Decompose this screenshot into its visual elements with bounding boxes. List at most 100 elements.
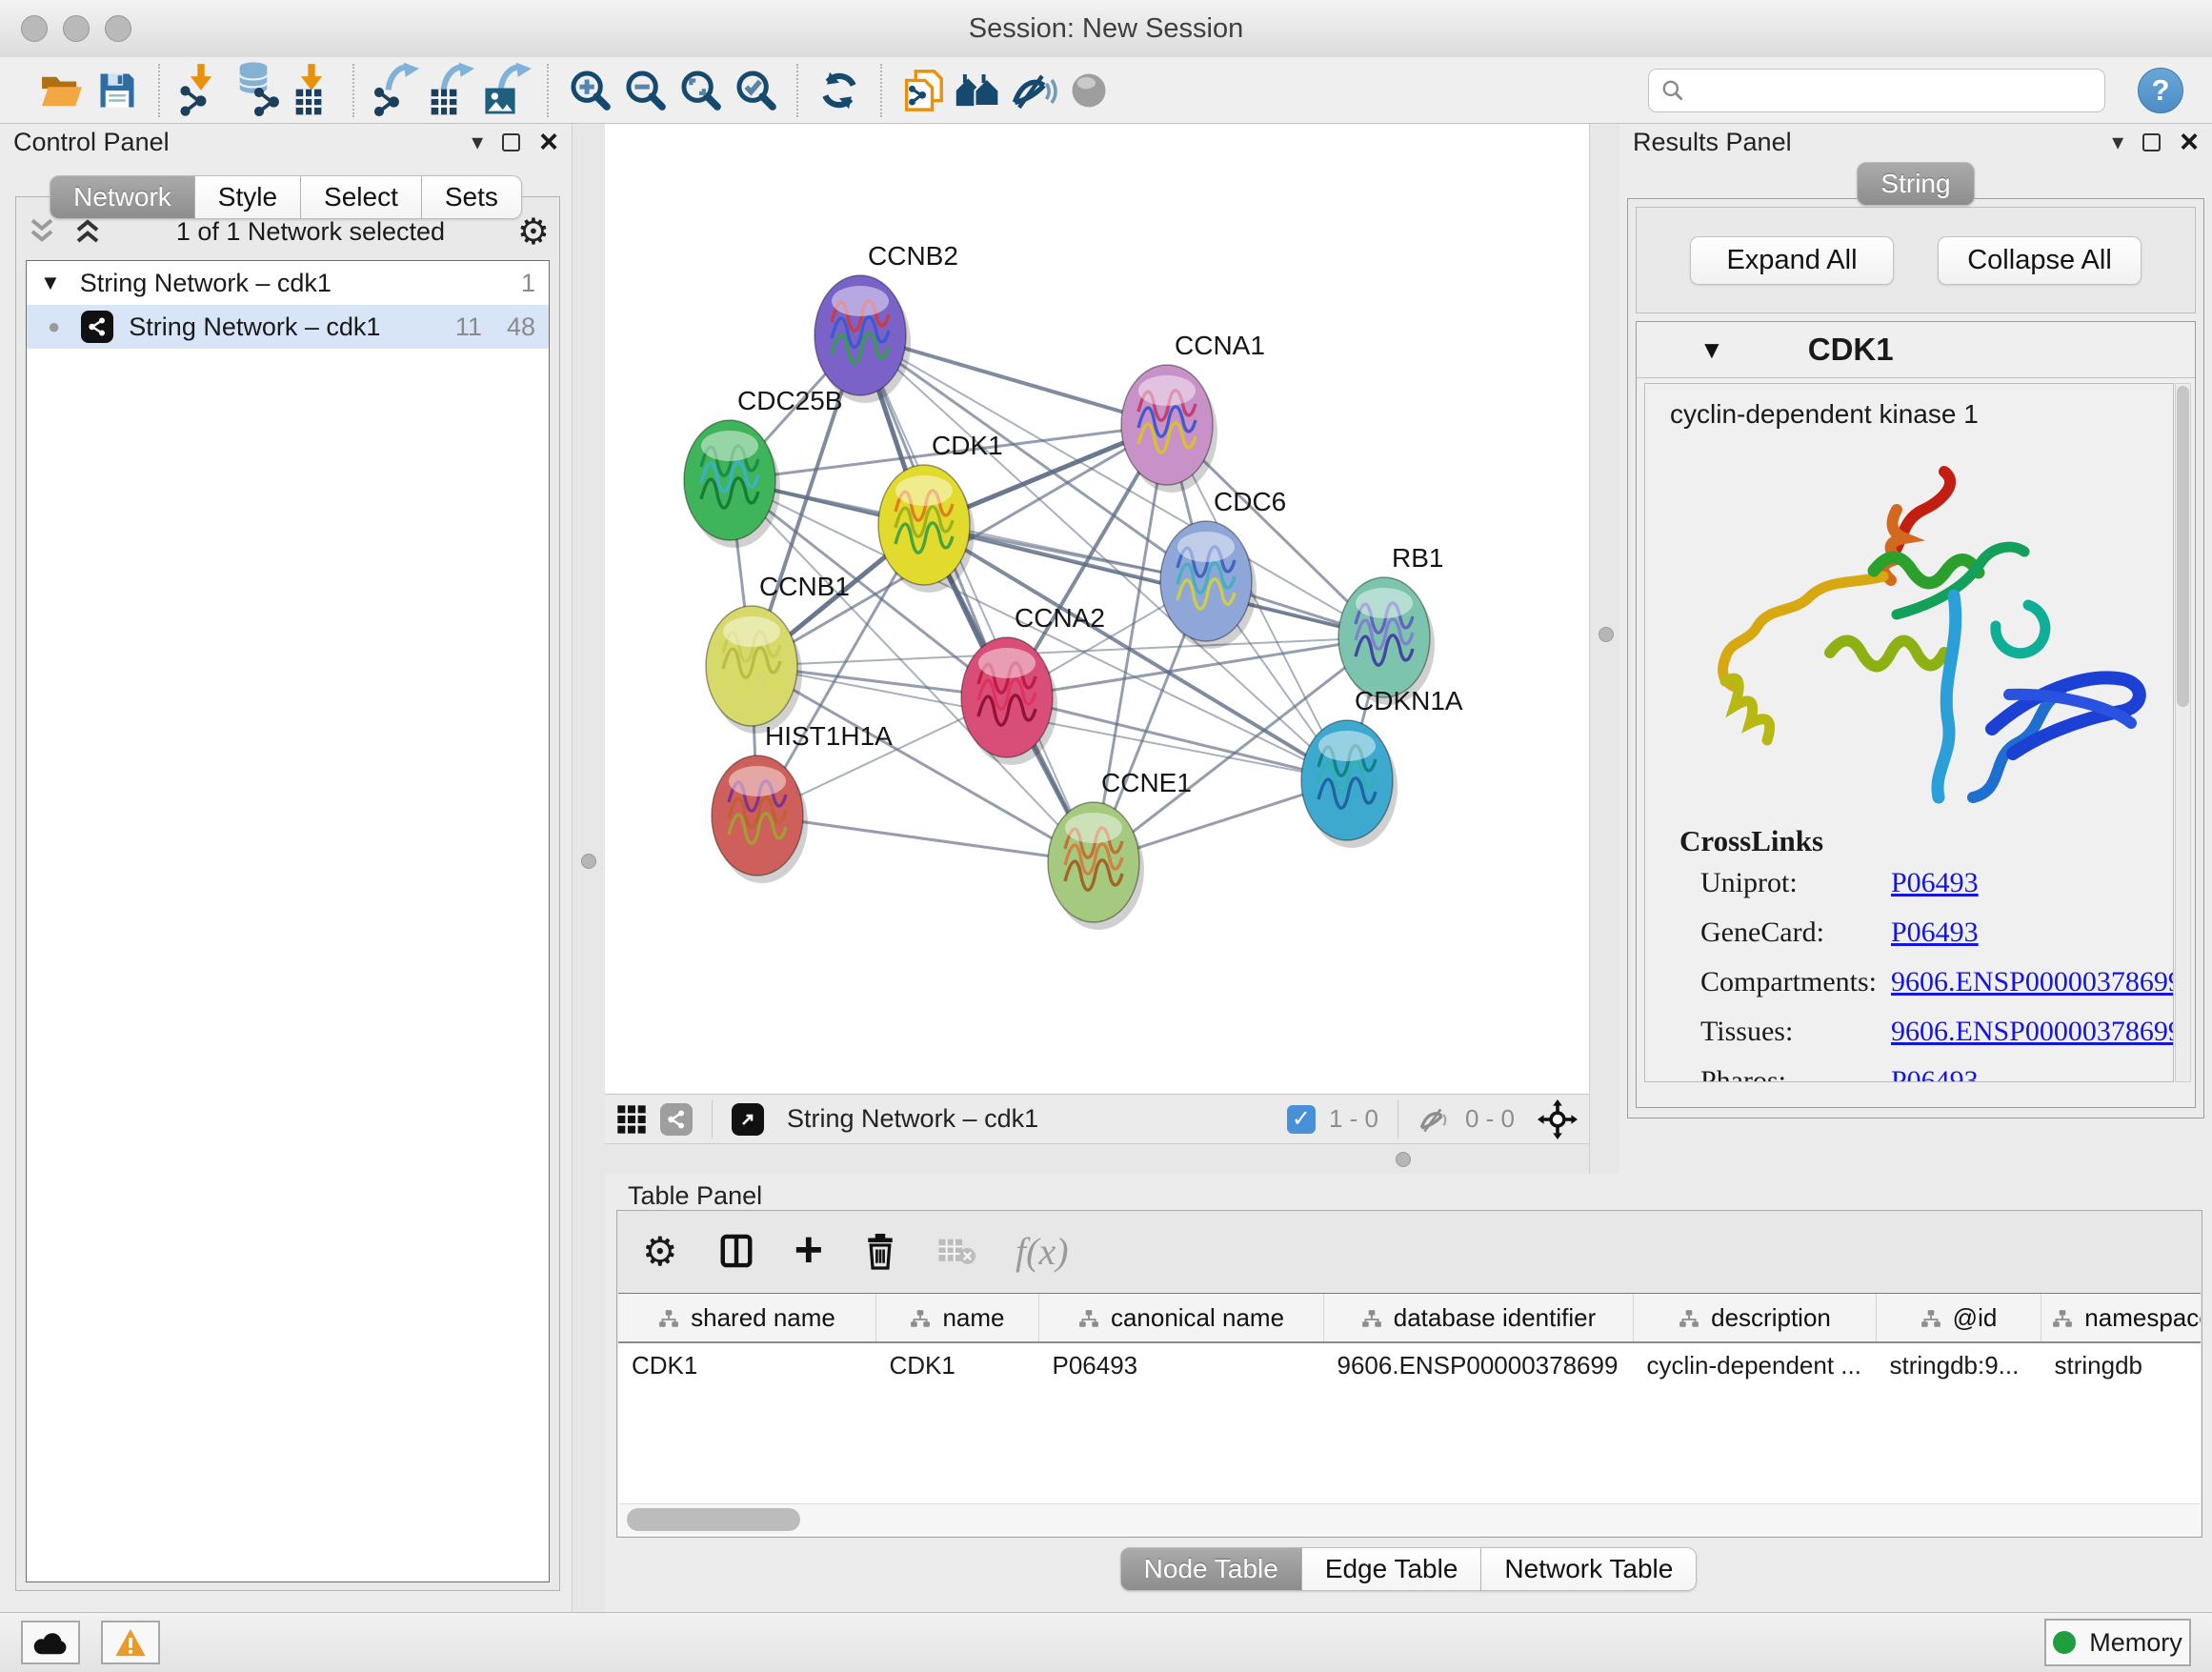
apply-layout-button[interactable] [812, 62, 867, 119]
tab-edge-table[interactable]: Edge Table [1302, 1547, 1482, 1591]
export-table-button[interactable] [423, 62, 478, 119]
network-view-type-icon[interactable] [660, 1103, 693, 1136]
save-session-button[interactable] [90, 62, 145, 119]
edge-CDK1-RB1[interactable] [924, 525, 1384, 637]
column-header-database-identifier[interactable]: database identifier [1324, 1294, 1634, 1342]
column-label: database identifier [1394, 1303, 1596, 1332]
add-column-icon[interactable]: + [794, 1231, 823, 1271]
import-table-from-file-button[interactable] [284, 62, 339, 119]
zoom-selected-button[interactable] [728, 62, 783, 119]
vertical-splitter-left[interactable] [572, 124, 607, 1612]
tab-style[interactable]: Style [195, 175, 301, 219]
memory-button[interactable]: Memory [2044, 1619, 2191, 1666]
export-network-button[interactable] [368, 62, 423, 119]
crosslink-link[interactable]: P06493 [1891, 867, 1979, 899]
crosslink-link[interactable]: 9606.ENSP00000378699 [1891, 966, 2174, 998]
warnings-button[interactable] [101, 1621, 160, 1664]
help-button[interactable]: ? [2138, 68, 2183, 113]
network-view-canvas[interactable]: CCNB2CCNA1CDC25BCDK1CDC6RB1CCNB1CCNA2CDK… [605, 124, 1589, 1094]
network-row[interactable]: ● String Network – cdk1 11 48 [27, 305, 549, 349]
expand-all-icon[interactable] [71, 217, 104, 246]
crosslink-link[interactable]: P06493 [1891, 917, 1979, 949]
splitter-handle[interactable] [1599, 627, 1614, 642]
edge-CCNB2-CCNE1[interactable] [860, 335, 1094, 862]
table-cell[interactable]: CDK1 [876, 1342, 1039, 1387]
column-header-name[interactable]: name [876, 1294, 1039, 1342]
selected-checkbox-icon[interactable]: ✓ [1287, 1105, 1316, 1134]
node-CCNA1[interactable]: CCNA1 [1121, 331, 1265, 493]
table-horizontal-scrollbar[interactable] [619, 1503, 2200, 1535]
node-CDKN1A[interactable]: CDKN1A [1301, 686, 1463, 848]
show-all-button[interactable] [1061, 62, 1116, 119]
scrollbar-thumb[interactable] [2177, 386, 2189, 707]
export-image-button[interactable] [478, 62, 533, 119]
table-cell[interactable]: CDK1 [618, 1342, 876, 1387]
node-RB1[interactable]: RB1 [1338, 543, 1443, 705]
tab-sets[interactable]: Sets [422, 175, 522, 219]
node-CDK1[interactable]: CDK1 [878, 431, 1003, 593]
column-header-namespace[interactable]: namespace [2041, 1294, 2202, 1342]
import-network-from-file-button[interactable] [173, 62, 229, 119]
crosslink-link[interactable]: 9606.ENSP00000378699 [1891, 1016, 2174, 1048]
tree-expanded-icon[interactable]: ▼ [40, 271, 61, 295]
column-header-shared-name[interactable]: shared name [618, 1294, 876, 1342]
float-panel-icon[interactable] [2142, 133, 2161, 151]
show-columns-icon[interactable] [718, 1233, 754, 1269]
detach-view-icon[interactable] [732, 1103, 764, 1136]
gene-entry-header[interactable]: ▼ CDK1 [1637, 322, 2195, 378]
splitter-handle[interactable] [1396, 1152, 1411, 1167]
table-cell[interactable]: stringdb [2041, 1342, 2202, 1387]
close-panel-icon[interactable]: × [2180, 126, 2199, 158]
column-header-description[interactable]: description [1634, 1294, 1877, 1342]
collapse-all-icon[interactable] [26, 217, 58, 246]
tab-select[interactable]: Select [301, 175, 422, 219]
expand-all-button[interactable]: Expand All [1690, 236, 1894, 285]
column-header-canonical-name[interactable]: canonical name [1039, 1294, 1324, 1342]
panel-menu-icon[interactable]: ▾ [2112, 129, 2123, 156]
gear-icon[interactable]: ⚙ [642, 1228, 678, 1275]
node-CCNE1[interactable]: CCNE1 [1048, 768, 1192, 930]
memory-label: Memory [2089, 1628, 2182, 1658]
delete-column-icon[interactable] [863, 1232, 897, 1270]
zoom-fit-button[interactable] [673, 62, 728, 119]
birds-eye-crosshair-icon[interactable] [1538, 1099, 1578, 1139]
table-cell[interactable]: 9606.ENSP00000378699 [1324, 1342, 1634, 1387]
hide-selected-button[interactable] [1006, 62, 1061, 119]
grid-view-icon[interactable] [616, 1104, 647, 1135]
table-cell[interactable]: stringdb:9... [1877, 1342, 2041, 1387]
column-header--id[interactable]: @id [1877, 1294, 2041, 1342]
import-network-from-database-button[interactable] [229, 62, 284, 119]
horizontal-splitter[interactable] [605, 1143, 1589, 1176]
panel-menu-icon[interactable]: ▾ [472, 129, 483, 156]
crosslink-link[interactable]: P06493 [1891, 1065, 1979, 1082]
tab-node-table[interactable]: Node Table [1120, 1547, 1302, 1591]
clone-network-button[interactable] [895, 62, 951, 119]
collapse-entry-icon[interactable]: ▼ [1699, 335, 1724, 365]
control-panel-header: Control Panel ▾ × [0, 124, 572, 160]
cloud-status-button[interactable] [21, 1621, 80, 1664]
float-panel-icon[interactable] [502, 133, 520, 151]
table-cell[interactable]: cyclin-dependent ... [1634, 1342, 1877, 1387]
toolbar-search-field[interactable] [1648, 69, 2105, 112]
table-cell[interactable]: P06493 [1039, 1342, 1324, 1387]
close-panel-icon[interactable]: × [539, 126, 558, 158]
open-session-button[interactable] [34, 62, 90, 119]
crosslink-label: Uniprot: [1700, 867, 1891, 899]
column-label: namespace [2084, 1303, 2201, 1332]
splitter-handle[interactable] [581, 854, 596, 869]
zoom-in-button[interactable] [562, 62, 617, 119]
image-icon [484, 87, 516, 115]
table-row[interactable]: CDK1CDK1P064939606.ENSP00000378699cyclin… [618, 1342, 2201, 1387]
node-HIST1H1A[interactable]: HIST1H1A [712, 721, 893, 883]
collapse-all-button[interactable]: Collapse All [1938, 236, 2142, 285]
tab-string[interactable]: String [1857, 162, 1974, 206]
network-collection-row[interactable]: ▼ String Network – cdk1 1 [27, 261, 549, 305]
memory-status-dot [2053, 1631, 2076, 1654]
scrollbar-thumb[interactable] [627, 1508, 800, 1531]
tab-network[interactable]: Network [50, 175, 195, 219]
network-graph[interactable]: CCNB2CCNA1CDC25BCDK1CDC6RB1CCNB1CCNA2CDK… [605, 124, 1589, 1094]
zoom-out-button[interactable] [617, 62, 673, 119]
first-neighbors-button[interactable] [951, 62, 1006, 119]
results-scrollbar[interactable] [2175, 383, 2191, 1082]
tab-network-table[interactable]: Network Table [1481, 1547, 1697, 1591]
